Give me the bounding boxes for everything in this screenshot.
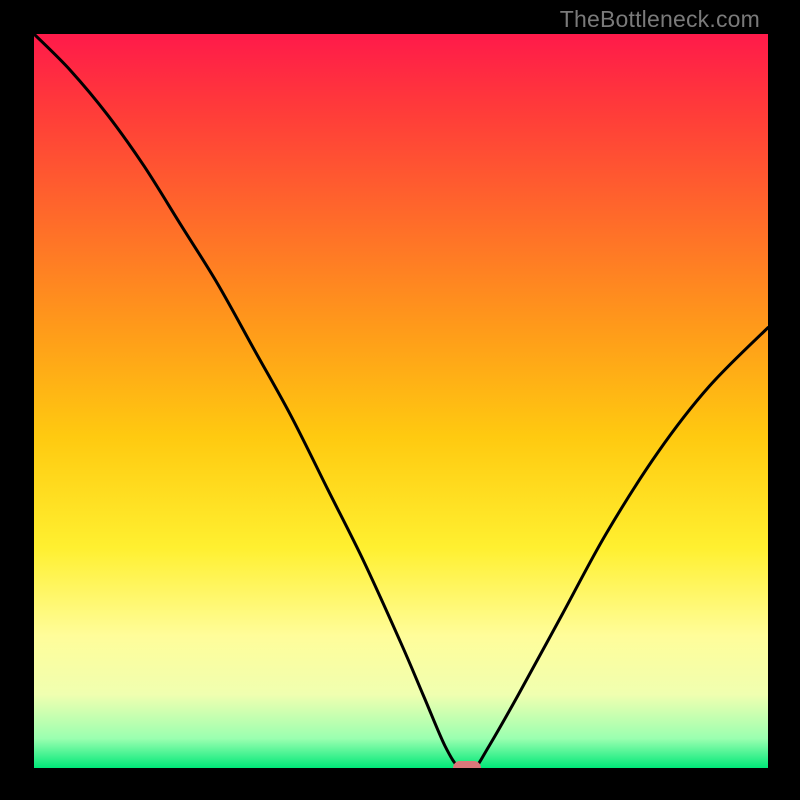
chart-frame: TheBottleneck.com [0, 0, 800, 800]
watermark-text: TheBottleneck.com [560, 6, 760, 33]
plot-area [34, 34, 768, 768]
optimal-marker [453, 761, 481, 768]
bottleneck-curve [34, 34, 768, 768]
